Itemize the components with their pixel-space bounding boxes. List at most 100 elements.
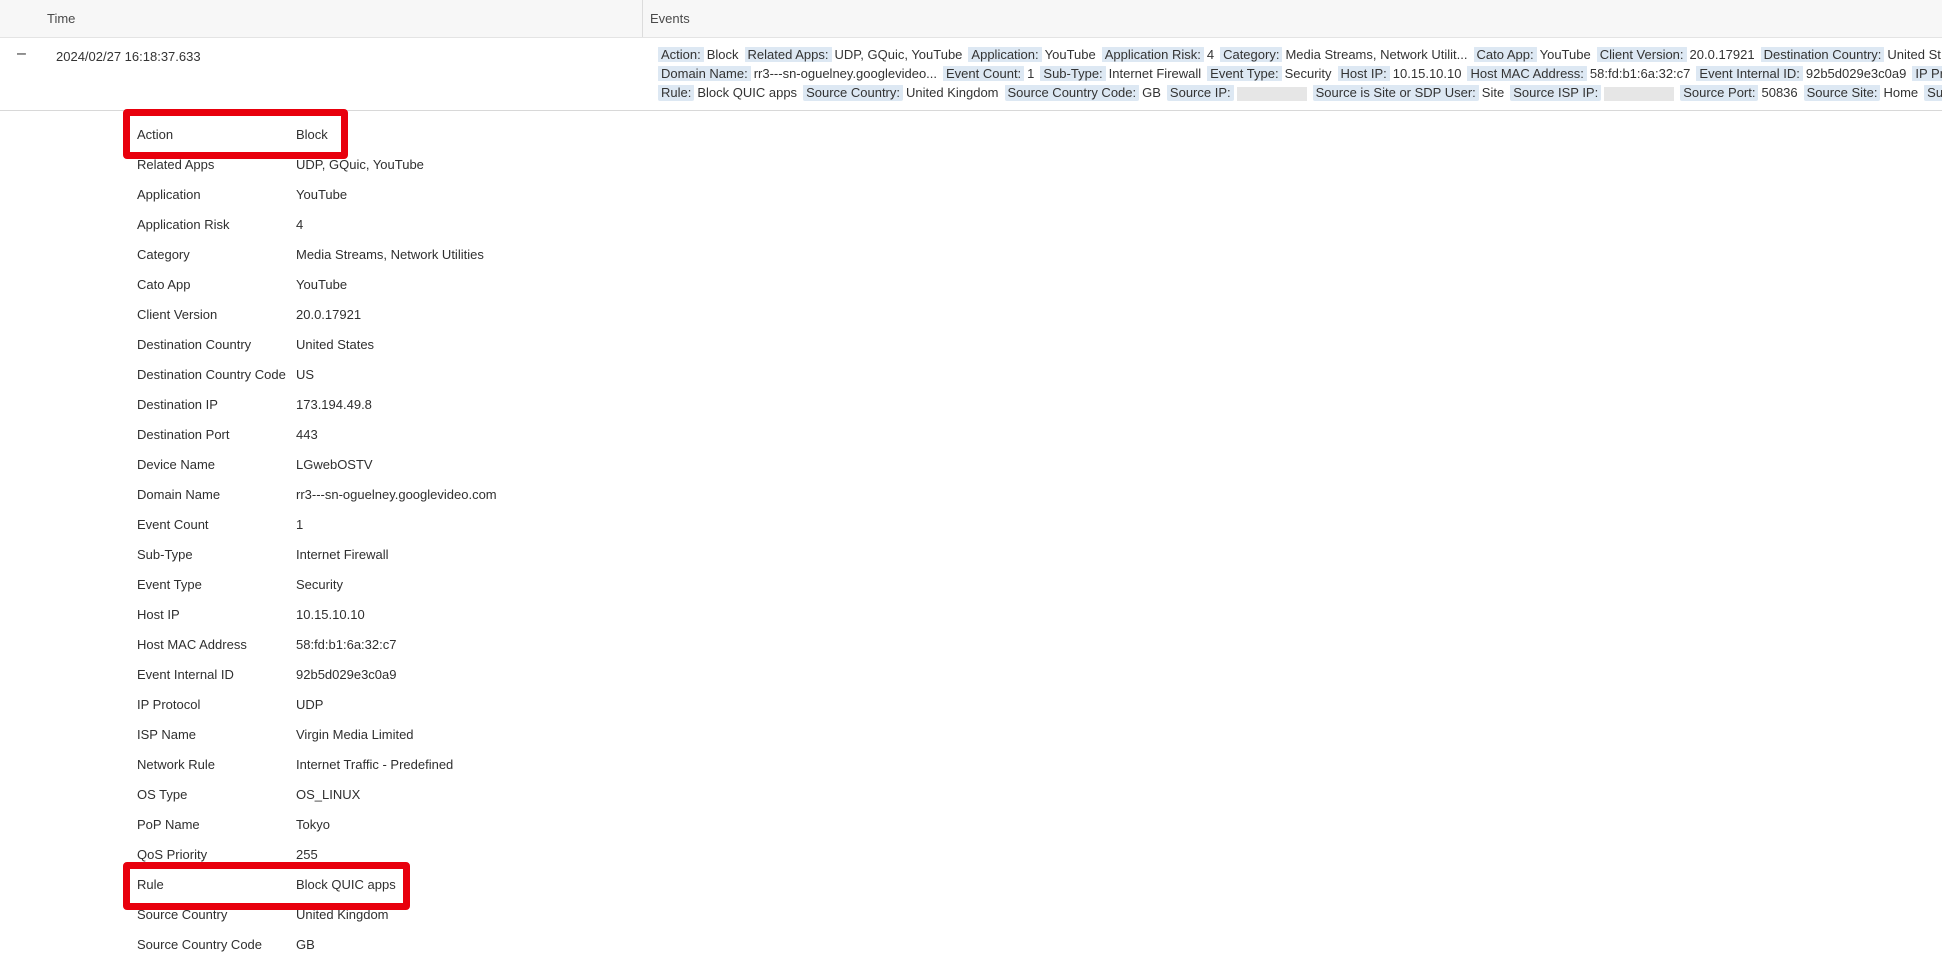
summary-field: Host MAC Address: 58:fd:b1:6a:32:c7 <box>1467 66 1690 81</box>
summary-field-key: Destination Country: <box>1760 47 1885 62</box>
detail-value: GB <box>296 937 315 952</box>
summary-field-value: Media Streams, Network Utilit... <box>1285 47 1468 62</box>
summary-field-key: Event Internal ID: <box>1696 66 1803 81</box>
detail-key: Category <box>137 247 190 262</box>
summary-field: Cato App: YouTube <box>1473 47 1591 62</box>
detail-value: Security <box>296 577 343 592</box>
detail-key: IP Protocol <box>137 697 201 712</box>
summary-field-value: Internet Firewall <box>1108 66 1202 81</box>
summary-field-value: 20.0.17921 <box>1689 47 1755 62</box>
summary-field: Action: Block <box>658 47 739 62</box>
summary-field: Source is Site or SDP User: Site <box>1312 85 1505 101</box>
detail-key: Action <box>137 127 174 142</box>
detail-key: Application <box>137 187 201 202</box>
summary-field-value: Site <box>1481 85 1505 100</box>
detail-key: ISP Name <box>137 727 197 742</box>
detail-value: 20.0.17921 <box>296 307 362 322</box>
detail-key: Source Country Code <box>137 937 263 952</box>
summary-field-value: 4 <box>1206 47 1215 62</box>
summary-field: Source Port: 50836 <box>1680 85 1798 101</box>
summary-field-value: 50836 <box>1761 85 1798 100</box>
summary-field-value: 58:fd:b1:6a:32:c7 <box>1589 66 1691 81</box>
detail-key: Related Apps <box>137 157 215 172</box>
detail-value: Tokyo <box>296 817 330 832</box>
summary-field-value: UDP, GQuic, YouTube <box>834 47 963 62</box>
summary-field: Event Count: 1 <box>943 66 1034 81</box>
summary-field-key: Source is Site or SDP User: <box>1312 85 1479 101</box>
summary-field-value: Home <box>1883 85 1919 100</box>
detail-key: Event Count <box>137 517 209 532</box>
detail-value: 4 <box>296 217 304 232</box>
detail-value: 1 <box>296 517 304 532</box>
summary-field: Event Internal ID: 92b5d029e3c0a9 <box>1696 66 1906 81</box>
summary-field-value: 1 <box>1027 66 1035 81</box>
summary-field-value: GB <box>1142 85 1161 100</box>
detail-key: Host IP <box>137 607 180 622</box>
summary-field-key: Source Site: <box>1803 85 1881 101</box>
detail-value: rr3---sn-oguelney.googlevideo.com <box>296 487 497 502</box>
summary-field-value: United St <box>1887 47 1941 62</box>
summary-field-value: United Kingdom <box>906 85 999 100</box>
detail-value: 10.15.10.10 <box>296 607 365 622</box>
summary-field-key: Event Count: <box>943 66 1025 81</box>
detail-value: YouTube <box>296 187 348 202</box>
summary-field-key: Host IP: <box>1337 66 1390 81</box>
detail-key: Domain Name <box>137 487 221 502</box>
detail-value: United Kingdom <box>296 907 389 922</box>
summary-field-key: Domain Name: <box>658 66 751 81</box>
detail-key: Cato App <box>137 277 191 292</box>
detail-key: Network Rule <box>137 757 216 772</box>
summary-field-value: Block <box>706 47 739 62</box>
summary-field-key: Related Apps: <box>744 47 832 62</box>
summary-field: Related Apps: UDP, GQuic, YouTube <box>744 47 963 62</box>
summary-field-key: Source Country: <box>803 85 903 101</box>
detail-value: Block QUIC apps <box>296 877 396 892</box>
summary-field-key: Sub-Type: <box>1040 66 1106 81</box>
detail-key: Event Internal ID <box>137 667 234 682</box>
table-header: Time Events <box>0 0 1942 38</box>
summary-field-value: 10.15.10.10 <box>1392 66 1462 81</box>
detail-value: Internet Traffic - Predefined <box>296 757 454 772</box>
summary-field-key: Source Country Code: <box>1004 85 1140 101</box>
detail-key: Application Risk <box>137 217 230 232</box>
detail-key: PoP Name <box>137 817 200 832</box>
summary-field: Source Site: Home <box>1803 85 1919 101</box>
detail-value: Virgin Media Limited <box>296 727 414 742</box>
detail-key: OS Type <box>137 787 188 802</box>
detail-value: UDP, GQuic, YouTube <box>296 157 424 172</box>
detail-value: LGwebOSTV <box>296 457 373 472</box>
column-divider[interactable] <box>642 0 643 37</box>
detail-value: United States <box>296 337 375 352</box>
summary-field-value: Block QUIC apps <box>697 85 798 100</box>
detail-value: US <box>296 367 315 382</box>
detail-key: Source Country <box>137 907 228 922</box>
summary-field-key: Source Port: <box>1680 85 1759 101</box>
detail-value: 58:fd:b1:6a:32:c7 <box>296 637 397 652</box>
detail-key: QoS Priority <box>137 847 208 862</box>
detail-key: Client Version <box>137 307 218 322</box>
summary-field-value: 92b5d029e3c0a9 <box>1805 66 1907 81</box>
summary-field-value: YouTube <box>1539 47 1591 62</box>
summary-field: Sub <box>1924 85 1942 101</box>
detail-value: UDP <box>296 697 324 712</box>
detail-value: Internet Firewall <box>296 547 389 562</box>
summary-field-key: Source IP: <box>1166 85 1234 101</box>
summary-field-key: Cato App: <box>1473 47 1537 62</box>
summary-field-key: Category: <box>1220 47 1283 62</box>
summary-field-key: Client Version: <box>1596 47 1687 62</box>
summary-field: Sub-Type: Internet Firewall <box>1040 66 1201 81</box>
event-row[interactable]: – 2024/02/27 16:18:37.633 Action: Block Re… <box>0 38 1942 111</box>
events-column-header[interactable]: Events <box>650 11 690 26</box>
summary-field: Source ISP IP: <box>1510 85 1675 101</box>
summary-field: Source Country: United Kingdom <box>803 85 999 101</box>
redacted-value <box>1236 86 1307 101</box>
redacted-value <box>1604 86 1675 101</box>
summary-field: Source IP: <box>1166 85 1307 101</box>
summary-field-key: Sub <box>1924 85 1942 101</box>
time-column-header[interactable]: Time <box>47 11 75 26</box>
summary-field-key: Application: <box>968 47 1042 62</box>
detail-key: Host MAC Address <box>137 637 247 652</box>
summary-field: Application: YouTube <box>968 47 1096 62</box>
collapse-icon[interactable]: – <box>17 46 26 62</box>
detail-key: Destination IP <box>137 397 218 412</box>
